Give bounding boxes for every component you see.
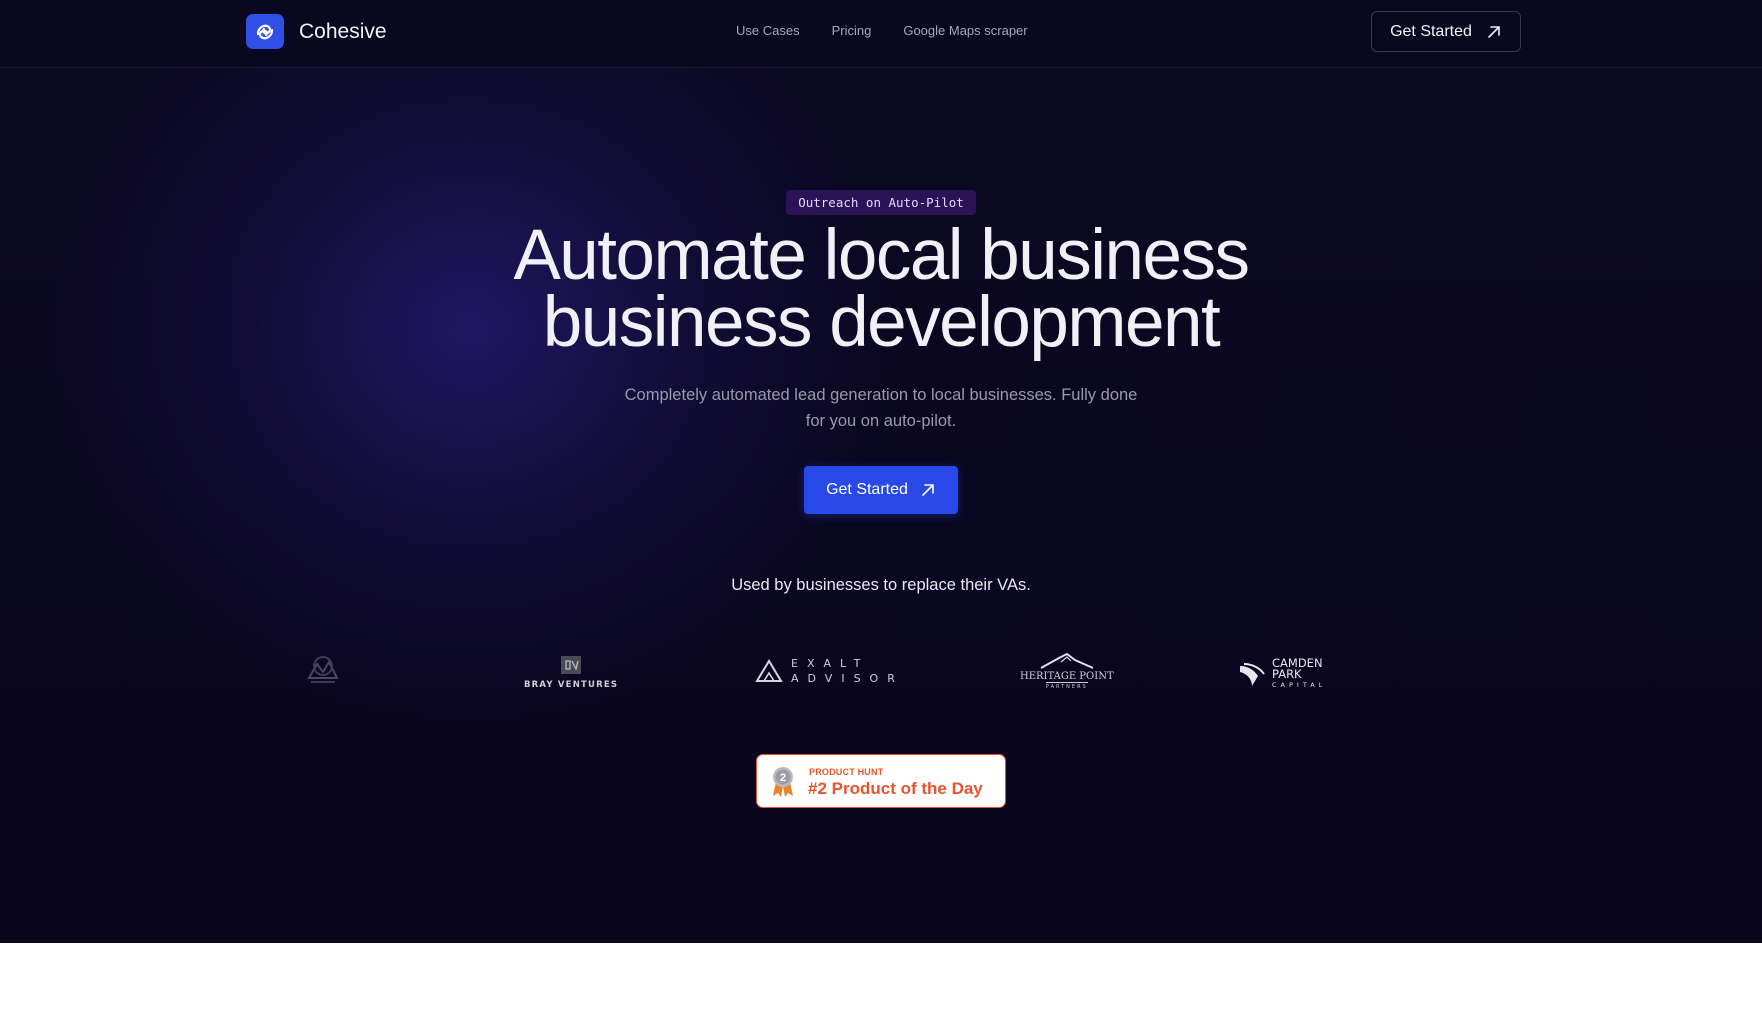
hero-headline: Automate local business business develop… [381, 220, 1381, 358]
bray-ventures-mark-icon [561, 656, 582, 674]
nav-link-pricing[interactable]: Pricing [832, 23, 872, 38]
nav-link-use-cases[interactable]: Use Cases [736, 23, 800, 38]
hero-get-started-label: Get Started [826, 481, 908, 498]
hero-section: Cohesive Use Cases Pricing Google Maps s… [0, 0, 1762, 943]
nav-get-started-button[interactable]: Get Started [1371, 11, 1521, 52]
product-hunt-badge[interactable]: 2 PRODUCT HUNT #2 Product of the Day [756, 754, 1006, 808]
hero-headline-line2: business development [542, 283, 1221, 362]
advisor-text: ADVISOR [791, 672, 904, 685]
exalt-advisor-logo: EXALT ADVISOR [755, 657, 904, 685]
arrow-up-right-icon [922, 484, 934, 496]
bird-wing-icon [1240, 662, 1265, 686]
navbar: Cohesive Use Cases Pricing Google Maps s… [0, 0, 1762, 68]
bray-ventures-text: BRAY VENTURES [524, 680, 619, 690]
exalt-triangle-icon [755, 659, 783, 682]
medal-rank: 2 [780, 772, 786, 784]
park-text: PARK [1272, 667, 1302, 681]
next-section [0, 943, 1762, 1029]
heritage-point-text: HERITAGE POINT [1020, 671, 1114, 682]
capital-text: CAPITAL [1272, 681, 1327, 689]
nav-link-google-maps-scraper[interactable]: Google Maps scraper [903, 23, 1027, 38]
exalt-text: EXALT [791, 657, 870, 670]
brand[interactable]: Cohesive [246, 14, 387, 49]
arrow-up-right-icon [1488, 25, 1500, 38]
hero-get-started-button[interactable]: Get Started [804, 466, 958, 514]
camden-park-logo: CAMDEN PARK CAPITAL [1238, 657, 1327, 691]
product-hunt-title: #2 Product of the Day [808, 779, 983, 798]
nav-links: Use Cases Pricing Google Maps scraper [736, 23, 1060, 38]
faded-company-logo [303, 652, 343, 686]
product-hunt-kicker: PRODUCT HUNT [809, 767, 884, 777]
bray-ventures-logo: BRAY VENTURES [524, 655, 618, 690]
heritage-point-logo: HERITAGE POINT PARTNERS [1020, 652, 1114, 690]
cohesive-logo-icon [246, 14, 284, 49]
social-proof-text: Used by businesses to replace their VAs. [731, 576, 1031, 594]
brand-name: Cohesive [299, 19, 387, 43]
hero-badge: Outreach on Auto-Pilot [786, 190, 976, 215]
mountain-icon [1040, 652, 1094, 669]
heritage-partners-text: PARTNERS [1045, 682, 1088, 690]
hero-subhead: Completely automated lead generation to … [624, 386, 1138, 430]
nav-get-started-label: Get Started [1390, 22, 1472, 40]
silver-medal-icon: 2 [773, 767, 793, 797]
